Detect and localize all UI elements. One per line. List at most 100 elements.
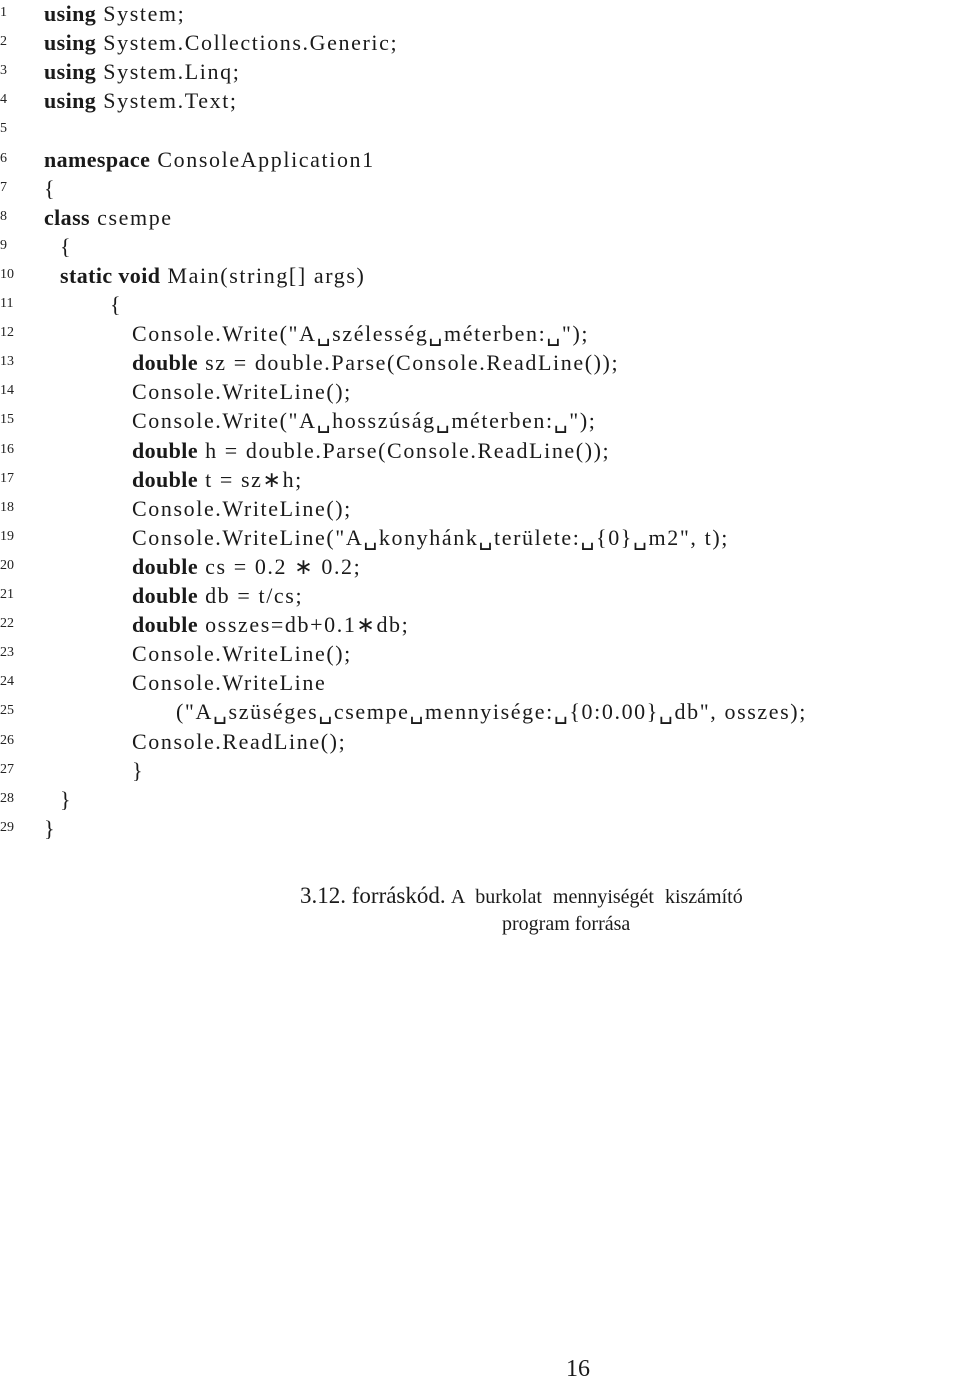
code-keyword: using [44,59,97,85]
line-number: 5 [0,121,7,137]
listing-caption: 3.12. forráskód. A burkolat mennyiségét … [300,882,880,938]
code-text: using System.Linq; [44,57,240,86]
code-line: 12 Console.Write("A␣szélesség␣méterben:␣"… [0,319,960,348]
code-text: ("A␣szüséges␣csempe␣mennyisége:␣{0:0.00}… [176,697,807,726]
code-body: csempe [90,204,173,230]
line-number: 7 [0,179,7,195]
code-text: double t = sz∗h; [132,465,303,494]
code-text: using System.Collections.Generic; [44,28,398,57]
code-line: 14 Console.WriteLine(); [0,377,960,406]
code-keyword: static void [60,262,161,288]
code-line: 24 Console.WriteLine [0,668,960,697]
line-number: 15 [0,412,14,428]
code-keyword: namespace [44,146,151,172]
code-body: { [60,233,73,259]
code-line: 25 ("A␣szüséges␣csempe␣mennyisége:␣{0:0.0… [0,697,960,726]
code-body: System.Collections.Generic; [96,30,399,56]
code-body: ConsoleApplication1 [150,146,375,172]
line-number: 27 [0,761,14,777]
code-body: } [44,815,57,841]
caption-text-continued: program forrása [502,913,631,935]
code-body: Console.WriteLine(); [132,379,352,405]
code-line: 6 namespace ConsoleApplication1 [0,145,960,174]
code-body: { [44,175,57,201]
code-body: Console.WriteLine("A␣konyhánk␣területe:␣… [132,524,729,550]
line-number: 21 [0,587,14,602]
code-line: 22 double osszes=db+0.1∗db; [0,610,960,639]
code-line: 1 using System; [0,0,960,28]
code-text: double sz = double.Parse(Console.ReadLin… [132,348,619,377]
code-text: Console.ReadLine(); [132,727,346,756]
code-text: { [110,290,122,319]
code-body: { [110,292,123,317]
line-number: 17 [0,470,14,486]
code-text: Console.WriteLine("A␣konyhánk␣területe:␣… [132,523,729,552]
code-line: 27} [0,756,960,785]
code-text: using System; [44,0,185,28]
line-number: 20 [0,557,14,573]
code-keyword: class [44,204,90,230]
code-keyword: double [132,553,198,579]
code-line: 19 Console.WriteLine("A␣konyhánk␣területe… [0,523,960,552]
code-body: System.Linq; [96,59,241,85]
code-line: 3 using System.Linq; [0,57,960,86]
code-body: Console.ReadLine(); [132,728,347,754]
code-body: Console.WriteLine(); [132,641,352,667]
code-keyword: double [132,350,198,376]
code-text: double cs = 0.2 ∗ 0.2; [132,552,361,581]
code-text: Console.WriteLine(); [132,639,352,668]
code-body: cs = 0.2 ∗ 0.2; [197,553,362,579]
code-line: 9{ [0,232,960,261]
code-keyword: double [132,437,198,463]
line-number: 1 [0,5,7,20]
code-body: osszes=db+0.1∗db; [197,612,410,638]
line-number: 4 [0,92,7,108]
caption-label: 3.12. forráskód. [300,883,446,908]
line-number: 6 [0,150,7,166]
code-body: sz = double.Parse(Console.ReadLine()); [197,350,620,376]
line-number: 3 [0,63,7,79]
code-text: double db = t/cs; [132,581,303,610]
code-line: 28} [0,785,960,814]
code-line: 16 double h = double.Parse(Console.ReadLi… [0,436,960,465]
code-text: namespace ConsoleApplication1 [44,145,375,174]
line-number: 22 [0,616,14,632]
code-line: 2 using System.Collections.Generic; [0,28,960,57]
code-keyword: using [44,88,97,114]
code-line: 21 double db = t/cs; [0,581,960,610]
line-number: 24 [0,674,14,690]
code-text: Console.WriteLine [132,668,326,697]
code-text: Console.WriteLine(); [132,377,352,406]
code-line: 20 double cs = 0.2 ∗ 0.2; [0,552,960,581]
code-text: Console.Write("A␣hosszúság␣méterben:␣"); [132,406,597,435]
code-line: 4 using System.Text; [0,86,960,115]
line-number: 14 [0,383,14,399]
code-line: 10 static void Main(string[] args) [0,261,960,290]
code-text: Console.WriteLine(); [132,494,352,523]
code-text: } [132,756,144,785]
code-keyword: double [132,612,198,638]
line-number: 23 [0,645,14,661]
code-line: 11 { [0,290,960,319]
code-line: 17 double t = sz∗h; [0,465,960,494]
code-text: { [60,232,72,261]
code-body: h = double.Parse(Console.ReadLine()); [197,437,611,463]
line-number: 28 [0,790,14,806]
line-number: 29 [0,819,14,835]
line-number: 16 [0,441,14,457]
code-line: 5 [0,115,960,144]
code-body: Console.WriteLine(); [132,495,352,521]
line-number: 19 [0,528,14,544]
code-text: } [44,814,56,843]
code-keyword: double [132,583,198,608]
code-line: 15 Console.Write("A␣hosszúság␣méterben:␣"… [0,406,960,435]
line-number: 9 [0,237,7,253]
code-text: static void Main(string[] args) [60,261,365,290]
line-number: 26 [0,732,14,748]
code-body: Main(string[] args) [160,262,366,288]
code-body: System.Text; [96,88,238,114]
code-text: } [60,785,72,814]
line-number: 11 [0,296,14,311]
code-keyword: using [44,30,97,56]
code-body: } [132,757,145,783]
